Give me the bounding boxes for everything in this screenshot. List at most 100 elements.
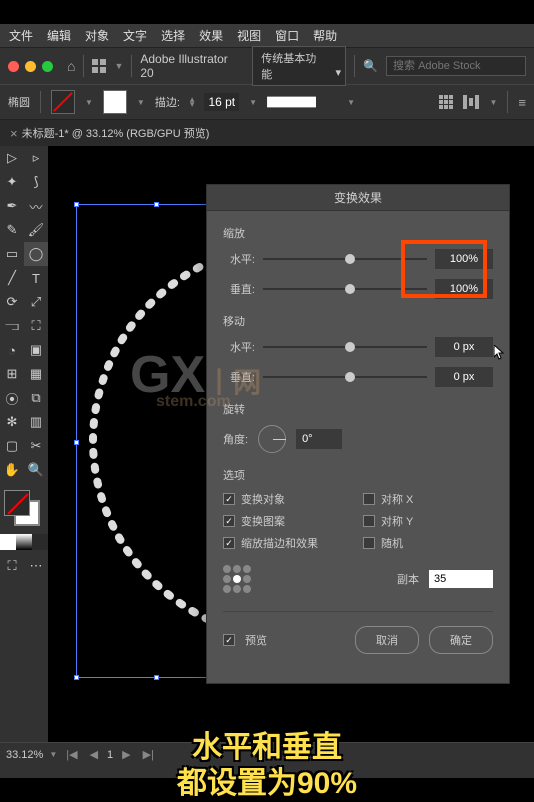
transform-panel-icon[interactable] (439, 95, 453, 109)
scale-vertical-input[interactable]: 100% (435, 279, 493, 299)
reflect-y-checkbox[interactable] (363, 515, 375, 527)
selection-handle[interactable] (74, 675, 79, 680)
horizontal-label: 水平: (223, 339, 255, 355)
menu-view[interactable]: 视图 (230, 27, 268, 44)
workspace-dropdown[interactable]: 传统基本功能 (252, 46, 346, 86)
preview-checkbox[interactable] (223, 634, 235, 646)
reference-point-grid[interactable] (223, 565, 251, 593)
options-section-label: 选项 (223, 467, 493, 483)
chevron-down-icon[interactable]: ▼ (347, 98, 355, 107)
zoom-tool[interactable]: 🔍 (24, 458, 48, 482)
divider (354, 55, 355, 77)
reflect-x-checkbox[interactable] (363, 493, 375, 505)
scale-horizontal-input[interactable]: 100% (435, 249, 493, 269)
screen-mode-button[interactable]: ⛶ (0, 554, 24, 578)
transform-patterns-checkbox[interactable] (223, 515, 235, 527)
none-mode-button[interactable] (32, 534, 48, 550)
perspective-tool[interactable]: ▣ (24, 338, 48, 362)
selection-handle[interactable] (154, 202, 159, 207)
scale-tool[interactable]: ⤢ (24, 290, 48, 314)
angle-dial[interactable] (258, 425, 286, 453)
chevron-down-icon[interactable]: ▼ (114, 61, 123, 71)
chevron-down-icon[interactable]: ▼ (137, 98, 145, 107)
scale-strokes-checkbox[interactable] (223, 537, 235, 549)
cancel-button[interactable]: 取消 (355, 626, 419, 654)
line-tool[interactable]: ╱ (0, 266, 24, 290)
layout-grid-icon[interactable] (92, 59, 106, 73)
selection-handle[interactable] (154, 675, 159, 680)
copies-input[interactable] (429, 570, 493, 588)
move-horizontal-input[interactable]: 0 px (435, 337, 493, 357)
search-input[interactable] (386, 56, 526, 76)
type-tool[interactable]: T (24, 266, 48, 290)
selection-handle[interactable] (74, 202, 79, 207)
move-vertical-input[interactable]: 0 px (435, 367, 493, 387)
fill-stroke-control[interactable] (0, 486, 48, 534)
document-tab-title: 未标题-1* @ 33.12% (RGB/GPU 预览) (22, 125, 210, 141)
color-mode-button[interactable] (0, 534, 16, 550)
close-window-button[interactable] (8, 61, 19, 72)
mesh-tool[interactable]: ⊞ (0, 362, 24, 386)
checkbox-label: 对称 X (381, 491, 413, 507)
chevron-down-icon[interactable]: ▼ (85, 98, 93, 107)
angle-input[interactable]: 0° (296, 429, 342, 449)
brush-preview[interactable] (267, 93, 337, 111)
shape-builder-tool[interactable]: ◔ (0, 338, 24, 362)
menu-window[interactable]: 窗口 (268, 27, 306, 44)
fill-color[interactable] (4, 490, 30, 516)
chevron-down-icon[interactable]: ▼ (249, 98, 257, 107)
stroke-weight-input[interactable]: 16 pt (204, 93, 239, 111)
random-checkbox[interactable] (363, 537, 375, 549)
menu-help[interactable]: 帮助 (306, 27, 344, 44)
edit-toolbar-button[interactable]: ⋯ (24, 554, 48, 578)
rotate-tool[interactable]: ⟳ (0, 290, 24, 314)
symbol-sprayer-tool[interactable]: ✻ (0, 410, 24, 434)
gradient-mode-button[interactable] (16, 534, 32, 550)
document-tab[interactable]: × 未标题-1* @ 33.12% (RGB/GPU 预览) (0, 120, 219, 146)
selection-handle[interactable] (74, 440, 79, 445)
menu-type[interactable]: 文字 (116, 27, 154, 44)
pencil-tool[interactable]: ✎ (0, 218, 24, 242)
maximize-window-button[interactable] (42, 61, 53, 72)
stroke-swatch[interactable] (103, 90, 127, 114)
menu-select[interactable]: 选择 (154, 27, 192, 44)
rectangle-tool[interactable]: ▭ (0, 242, 24, 266)
align-panel-icon[interactable] (463, 95, 479, 109)
ellipse-tool[interactable]: ◯ (24, 242, 48, 266)
artboard-tool[interactable]: ▢ (0, 434, 24, 458)
scale-vertical-slider[interactable] (263, 288, 427, 290)
transform-effect-dialog: 变换效果 缩放 水平: 100% 垂直: 100% 移动 水平: 0 px 垂直… (206, 184, 510, 684)
menu-file[interactable]: 文件 (2, 27, 40, 44)
magic-wand-tool[interactable]: ✦ (0, 170, 24, 194)
menu-effect[interactable]: 效果 (192, 27, 230, 44)
menu-object[interactable]: 对象 (78, 27, 116, 44)
divider (83, 55, 84, 77)
width-tool[interactable]: ⫎ (0, 314, 24, 338)
eyedropper-tool[interactable]: ⦿ (0, 386, 24, 410)
menu-icon[interactable]: ≡ (518, 95, 526, 110)
menu-edit[interactable]: 编辑 (40, 27, 78, 44)
chevron-down-icon[interactable]: ▼ (489, 98, 497, 107)
minimize-window-button[interactable] (25, 61, 36, 72)
scale-horizontal-slider[interactable] (263, 258, 427, 260)
free-transform-tool[interactable]: ⛶ (24, 314, 48, 338)
curvature-tool[interactable]: 〰 (24, 194, 48, 218)
move-vertical-slider[interactable] (263, 376, 427, 378)
transform-objects-checkbox[interactable] (223, 493, 235, 505)
stepper-icon[interactable]: ▴▾ (190, 97, 195, 108)
ok-button[interactable]: 确定 (429, 626, 493, 654)
slice-tool[interactable]: ✂ (24, 434, 48, 458)
pen-tool[interactable]: ✒ (0, 194, 24, 218)
selection-tool[interactable]: ▷ (0, 146, 24, 170)
close-tab-icon[interactable]: × (10, 126, 18, 141)
move-horizontal-slider[interactable] (263, 346, 427, 348)
lasso-tool[interactable]: ⟆ (24, 170, 48, 194)
home-icon[interactable]: ⌂ (67, 58, 75, 74)
graph-tool[interactable]: ▥ (24, 410, 48, 434)
fill-swatch[interactable] (51, 90, 75, 114)
blend-tool[interactable]: ⧉ (24, 386, 48, 410)
direct-selection-tool[interactable]: ▹ (24, 146, 48, 170)
gradient-tool[interactable]: ▦ (24, 362, 48, 386)
hand-tool[interactable]: ✋ (0, 458, 24, 482)
brush-tool[interactable]: 🖌 (24, 218, 48, 242)
